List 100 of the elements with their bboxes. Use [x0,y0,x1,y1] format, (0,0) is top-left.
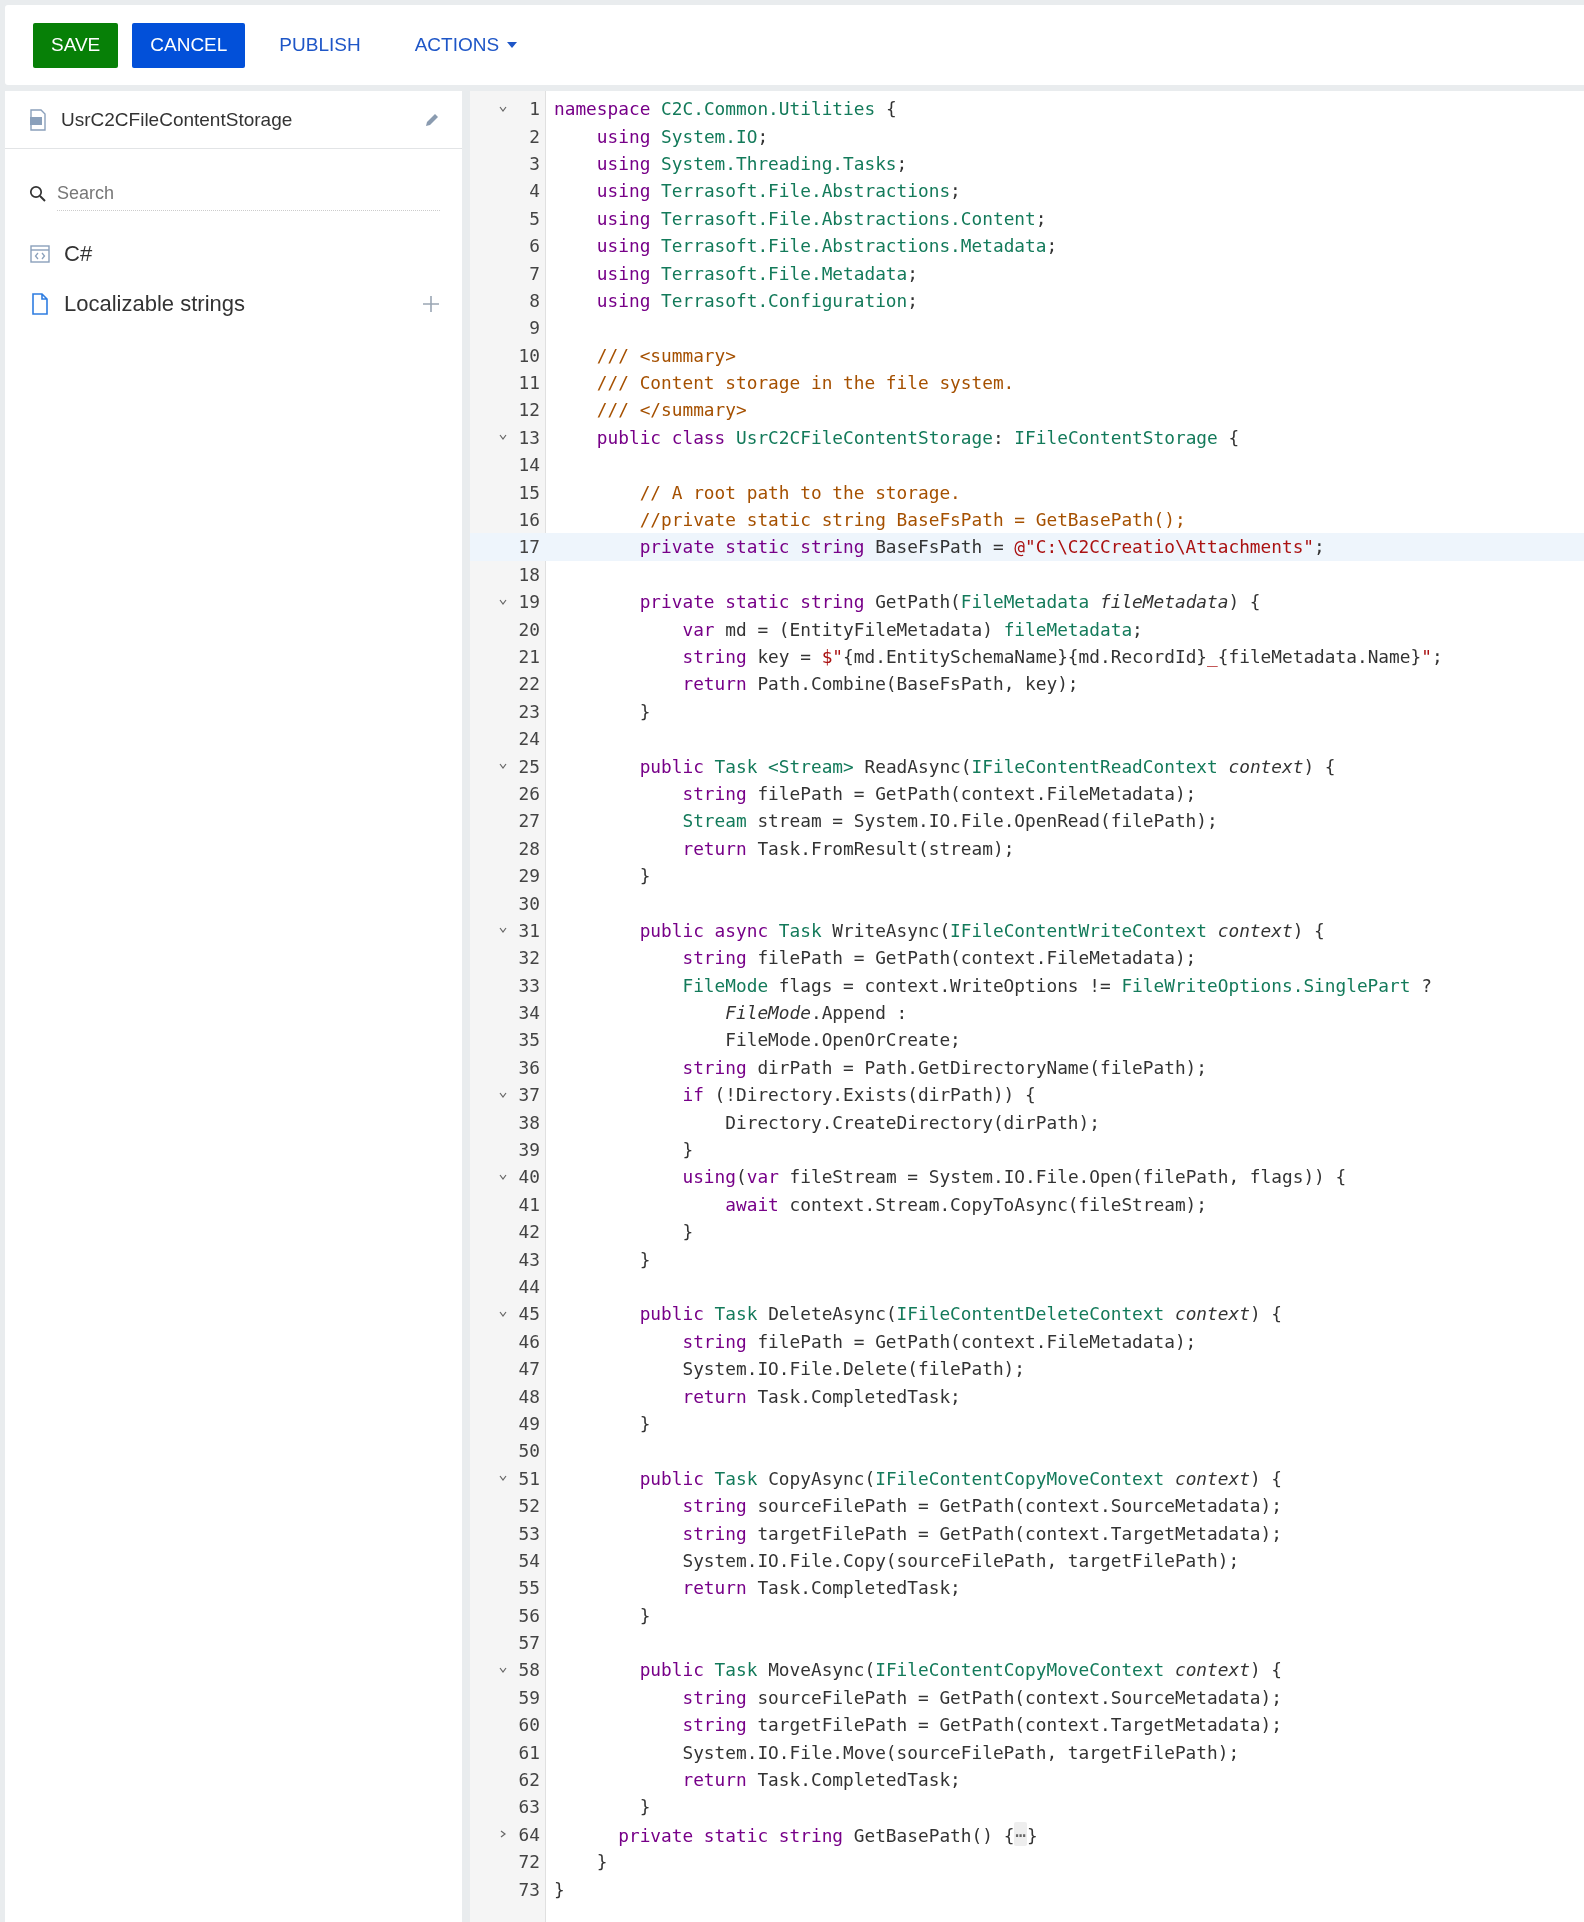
line-number: 56 [518,1604,540,1626]
code-line: string targetFilePath = GetPath(context.TargetMetadata); [681,1522,1282,1544]
line-number: 19 [518,591,540,613]
line-number: 22 [518,673,540,695]
code-line: return Path.Combine(BaseFsPath, key); [681,673,1079,695]
code-line: FileMode.OpenOrCreate; [724,1029,961,1051]
code-line: public class UsrC2CFileContentStorage: IFileContentStorage { [595,426,1240,448]
code-line: using System.IO; [595,125,769,147]
code-line: } [553,1878,565,1900]
toolbar-button[interactable]: PUBLISH [259,22,381,68]
line-number: 38 [518,1111,540,1133]
line-number: 6 [529,235,540,257]
toolbar-button[interactable]: CANCEL [132,22,246,68]
line-number: 13 [518,426,540,448]
line-number: 54 [518,1549,540,1571]
line-number: 9 [529,317,540,339]
line-number: 11 [518,372,540,394]
code-line: string filePath = GetPath(context.FileMetadata); [681,782,1197,804]
code-line: } [638,1412,651,1434]
code-line: if (!Directory.Exists(dirPath)) { [681,1084,1036,1106]
line-number: 72 [518,1851,540,1873]
line-number: 37 [518,1084,540,1106]
code-line: } [638,1796,651,1818]
line-number: 35 [518,1029,540,1051]
line-number: 28 [518,837,540,859]
line-number: 46 [518,1330,540,1352]
line-number: 30 [518,892,540,914]
code-line: System.IO.File.Move(sourceFilePath, targetFilePath); [681,1741,1240,1763]
line-number: 57 [518,1632,540,1654]
code-line: string filePath = GetPath(context.FileMetadata); [681,1330,1197,1352]
line-number: 10 [518,344,540,366]
line-number: 8 [529,289,540,311]
code-line: } [638,865,651,887]
code-line: using Terrasoft.File.Abstractions.Metadata; [595,235,1058,257]
code-line: public Task MoveAsync(IFileContentCopyMoveContext context) { [638,1659,1282,1681]
line-number: 21 [518,646,540,667]
code-line: FileMode.Append : [724,1002,908,1024]
code-line: /// Content storage in the file system. [595,372,1015,394]
line-number: 2 [529,125,540,147]
code-line: FileMode flags = context.WriteOptions != FileWriteOptions.SinglePart ? [681,974,1432,996]
actions-dropdown[interactable]: ACTIONS [394,22,538,68]
pencil-icon[interactable] [424,111,440,128]
line-number: 63 [518,1796,540,1818]
code-line: using Terrasoft.File.Abstractions; [595,180,961,202]
line-number: 25 [518,755,540,777]
code-line: } [681,1221,694,1243]
code-line: /// </summary> [595,399,747,421]
code-line: await context.Stream.CopyToAsync(fileStream); [724,1193,1208,1215]
sidebar-item[interactable]: C# [5,229,462,279]
line-number: 18 [518,563,540,585]
code-line: return Task.CompletedTask; [681,1577,961,1599]
line-number: 41 [518,1193,540,1215]
code-line: using Terrasoft.File.Abstractions.Content; [595,207,1047,229]
code-line: public Task CopyAsync(IFileContentCopyMoveContext context) { [638,1467,1282,1489]
code-line: System.IO.File.Delete(filePath); [681,1358,1026,1380]
line-number: 12 [518,399,540,421]
line-number: 4 [529,180,540,202]
line-number: 24 [518,728,540,750]
code-line: string filePath = GetPath(context.FileMetadata); [681,947,1197,969]
code-line: /// <summary> [595,344,736,366]
line-number: 17 [518,536,540,558]
line-number: 59 [518,1686,540,1708]
code-line: using System.Threading.Tasks; [595,152,908,174]
code-line: public Task DeleteAsync(IFileContentDeleteContext context) { [638,1303,1282,1325]
code-line: string targetFilePath = GetPath(context.TargetMetadata); [681,1714,1282,1736]
line-number: 36 [518,1056,540,1078]
code-line: return Task.FromResult(stream); [681,837,1015,859]
code-line: using(var fileStream = System.IO.File.Open(filePath, flags)) { [681,1166,1347,1188]
chevron-right-icon[interactable] [498,1829,508,1840]
line-number: 45 [518,1303,540,1325]
line-number: 47 [518,1358,540,1380]
line-number: 20 [518,618,540,640]
line-number: 33 [518,974,540,996]
line-number: 16 [518,509,540,531]
code-line: using Terrasoft.File.Metadata; [595,262,918,284]
caret-icon [507,42,518,48]
code-line: string sourceFilePath = GetPath(context.SourceMetadata); [681,1495,1282,1517]
line-number: 34 [518,1002,540,1024]
code-line: string key = $"{md.EntitySchemaName}{md.RecordId}_{fileMetadata.Name}"; [681,646,1443,667]
line-number: 73 [518,1878,540,1900]
line-number: 1 [529,98,540,120]
line-number: 29 [518,865,540,887]
line-number: 55 [518,1577,540,1599]
search-icon [29,185,47,203]
code-line: //private static string BaseFsPath = GetBasePath(); [638,509,1186,531]
line-number: 42 [518,1221,540,1243]
line-number: 53 [518,1522,540,1544]
line-number: 15 [518,481,540,503]
code-line: private static string BaseFsPath = @"C:\C2CCreatio\Attachments"; [638,536,1325,558]
toolbar-button[interactable]: SAVE [33,22,119,68]
code-line: } [638,1604,651,1626]
code-window-icon [30,244,50,264]
line-number: 58 [518,1659,540,1681]
sidebar-item[interactable]: Localizable strings [5,279,462,329]
line-number: 5 [529,207,540,229]
code-line: Directory.CreateDirectory(dirPath); [724,1111,1100,1133]
line-number: 51 [518,1467,540,1489]
line-number: 60 [518,1714,540,1736]
code-line: private static string GetBasePath() {…} [617,1822,1038,1847]
line-number: 27 [518,810,540,832]
